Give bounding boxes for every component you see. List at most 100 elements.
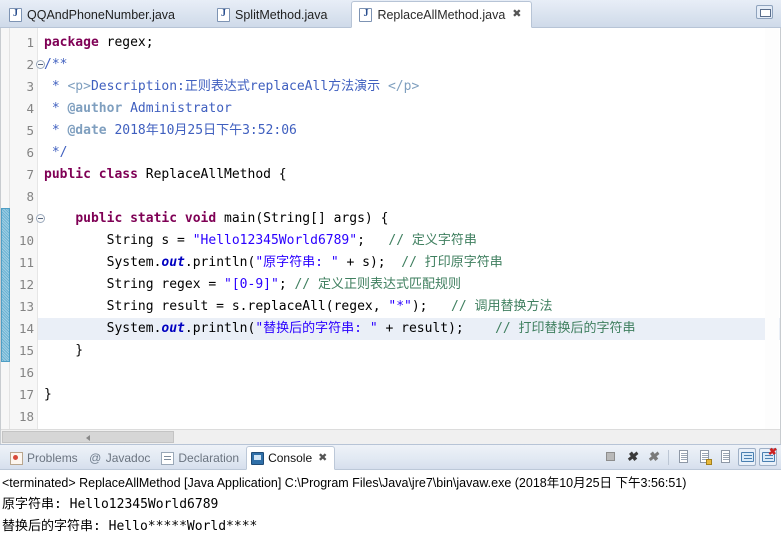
code-line[interactable]: /** (38, 54, 780, 76)
code-token: // 定义字符串 (388, 233, 477, 248)
code-line[interactable] (38, 406, 780, 428)
problems-icon (10, 451, 23, 465)
editor-tab-splitmethod[interactable]: SplitMethod.java (210, 3, 336, 27)
editor-tab-label: QQAndPhoneNumber.java (27, 8, 176, 22)
line-number: 14 (18, 321, 34, 336)
code-token: System. (44, 321, 162, 336)
code-token: .println( (184, 255, 256, 270)
scroll-lock-button[interactable] (696, 448, 714, 466)
scrollbar-thumb[interactable] (2, 431, 174, 443)
code-line[interactable]: public static void main(String[] args) { (38, 208, 780, 230)
console-panel: Problems @ Javadoc Declaration Console ✖… (0, 444, 781, 551)
close-icon[interactable]: ✖ (318, 452, 327, 464)
code-token: ; (278, 277, 295, 292)
editor-tab-replaceallmethod[interactable]: ReplaceAllMethod.java ✖ (351, 1, 532, 28)
code-token: } (44, 387, 52, 402)
console-output[interactable]: <terminated> ReplaceAllMethod [Java Appl… (0, 470, 781, 551)
editor-vertical-scrollbar[interactable] (765, 28, 779, 429)
code-line[interactable]: package regex; (38, 32, 780, 54)
display-selected-console-button[interactable]: ✖ (759, 448, 777, 466)
code-token: @author (67, 101, 123, 116)
tab-declaration[interactable]: Declaration (157, 447, 246, 469)
code-token: Description:正则表达式replaceAll方法演示 (90, 79, 388, 94)
code-token: // 调用替换方法 (451, 299, 553, 314)
java-file-icon (217, 8, 231, 22)
code-line[interactable]: */ (38, 142, 780, 164)
code-token: "*" (388, 299, 412, 314)
line-number: 6 (26, 145, 34, 160)
code-line[interactable]: * @date 2018年10月25日下午3:52:06 (38, 120, 780, 142)
line-number: 8 (26, 189, 34, 204)
code-line[interactable]: * <p>Description:正则表达式replaceAll方法演示 </p… (38, 76, 780, 98)
tab-console[interactable]: Console ✖ (246, 446, 336, 470)
line-number: 7 (26, 167, 34, 182)
code-line[interactable]: System.out.println("替换后的字符串: " + result)… (38, 318, 780, 340)
code-token: ; (357, 233, 389, 248)
console-tab-label: Console (268, 451, 313, 465)
editor-marker-column[interactable] (1, 28, 10, 444)
line-number: 9 (10, 208, 45, 230)
code-line[interactable]: public class ReplaceAllMethod { (38, 164, 780, 186)
line-number: 4 (26, 101, 34, 116)
line-number: 10 (18, 233, 34, 248)
code-line[interactable]: String s = "Hello12345World6789"; // 定义字… (38, 230, 780, 252)
code-token: @date (67, 123, 107, 138)
code-token: </p> (387, 79, 420, 94)
code-token: "Hello12345World6789" (192, 233, 358, 248)
change-marker-bar (1, 208, 10, 362)
code-line[interactable] (38, 362, 780, 384)
console-tab-label: Declaration (178, 451, 240, 465)
code-token: .println( (184, 321, 256, 336)
line-number: 15 (18, 343, 34, 358)
code-editor[interactable]: 1 2 3 4 5 6 7 8 9 10 11 12 13 14 15 16 17 18 package rege… (0, 28, 781, 444)
close-icon[interactable]: ✖ (512, 9, 521, 20)
pin-console-button[interactable] (738, 448, 756, 466)
code-text-area[interactable]: package regex; /** * <p>Description:正则表达式… (38, 28, 780, 444)
code-line[interactable]: System.out.println("原字符串: " + s); // 打印原… (38, 252, 780, 274)
code-token: ReplaceAllMethod { (145, 167, 287, 182)
clear-console-button[interactable] (675, 448, 693, 466)
remove-launch-button[interactable]: ✖ (623, 448, 641, 466)
line-number: 5 (26, 123, 34, 138)
code-line[interactable]: String result = s.replaceAll(regex, "*")… (38, 296, 780, 318)
code-line[interactable]: } (38, 340, 780, 362)
java-file-icon (9, 8, 22, 22)
code-token: regex; (106, 35, 154, 50)
code-line[interactable]: String regex = "[0-9]"; // 定义正则表达式匹配规则 (38, 274, 780, 296)
line-number: 16 (18, 365, 34, 380)
code-token: String result = s.replaceAll(regex, (44, 299, 389, 314)
code-token: // 打印原字符串 (401, 255, 503, 270)
code-token: String regex = (44, 277, 225, 292)
code-token: public static void (75, 211, 225, 226)
code-token: 2018年10月25日下午3:52:06 (106, 123, 297, 138)
code-line[interactable]: } (38, 384, 780, 406)
line-number: 2 (10, 54, 45, 76)
editor-tab-bar: QQAndPhoneNumber.java SplitMethod.java R… (0, 0, 781, 28)
code-line[interactable] (38, 186, 780, 208)
console-tab-label: Javadoc (105, 451, 151, 465)
code-line[interactable]: * @author Administrator (38, 98, 780, 120)
code-token: out (161, 255, 185, 270)
remove-all-terminated-button[interactable]: ✖ (644, 448, 662, 466)
code-token: + result); (377, 321, 496, 336)
code-token: String s = (44, 233, 193, 248)
code-token: "替换后的字符串: " (255, 321, 378, 336)
code-token: main(String[] args) { (224, 211, 389, 226)
line-number: 12 (18, 277, 34, 292)
declaration-icon (161, 451, 175, 465)
console-tab-bar: Problems @ Javadoc Declaration Console ✖… (0, 445, 781, 470)
tab-javadoc[interactable]: @ Javadoc (85, 447, 158, 469)
editor-horizontal-scrollbar[interactable] (1, 429, 780, 444)
code-token: * (44, 101, 68, 116)
restore-editor-button[interactable] (756, 5, 773, 19)
tab-problems[interactable]: Problems (6, 447, 85, 469)
console-status-line: <terminated> ReplaceAllMethod [Java Appl… (2, 476, 687, 490)
terminate-button[interactable] (602, 448, 620, 466)
editor-tab-qqandphonenumber[interactable]: QQAndPhoneNumber.java (2, 3, 184, 27)
code-token: <p> (67, 79, 91, 94)
word-wrap-button[interactable] (717, 448, 735, 466)
editor-tab-label: SplitMethod.java (235, 8, 328, 22)
eclipse-ide-window: QQAndPhoneNumber.java SplitMethod.java R… (0, 0, 781, 551)
editor-tab-label: ReplaceAllMethod.java (377, 7, 506, 22)
